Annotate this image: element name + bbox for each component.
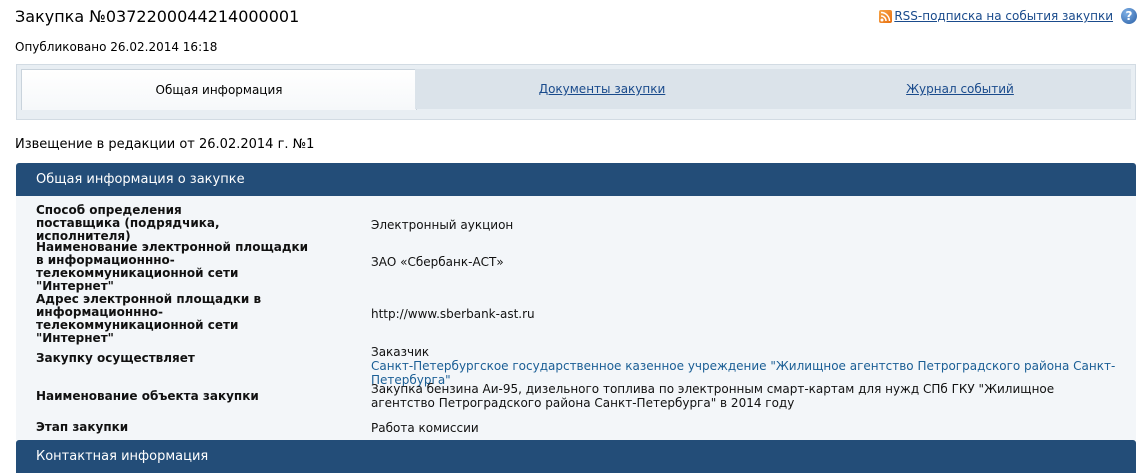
tab-general-info[interactable]: Общая информация: [21, 69, 417, 110]
notice-edition: Извещение в редакции от 26.02.2014 г. №1: [15, 137, 315, 152]
row-value: http://www.sberbank-ast.ru: [371, 307, 535, 321]
customer-role: Заказчик: [371, 345, 430, 359]
rss-subscription: RSS-подписка на события закупки ?: [879, 8, 1137, 24]
row-label: Адрес электронной площадки в информацион…: [36, 292, 262, 345]
rss-link[interactable]: RSS-подписка на события закупки: [894, 9, 1113, 23]
rss-icon[interactable]: [879, 9, 893, 23]
row-value: ЗАО «Сбербанк-АСТ»: [371, 255, 504, 269]
row-value: Работа комиссии: [371, 421, 479, 435]
published-date: Опубликовано 26.02.2014 16:18: [15, 40, 218, 54]
tab-documents[interactable]: Документы закупки: [415, 69, 789, 109]
section-contact-header: Контактная информация: [16, 440, 1136, 473]
row-label: Закупку осуществляет: [36, 351, 195, 365]
row-value: Заказчик Санкт-Петербургское государстве…: [371, 345, 1131, 387]
tab-bar: Общая информация Документы закупки Журна…: [16, 64, 1136, 120]
tab-event-journal[interactable]: Журнал событий: [789, 69, 1131, 109]
row-label: Способ определения поставщика (подрядчик…: [36, 203, 220, 243]
help-icon[interactable]: ?: [1121, 8, 1137, 24]
row-label: Наименование электронной площадки в инфо…: [36, 240, 309, 293]
general-info-panel: Способ определения поставщика (подрядчик…: [16, 196, 1136, 440]
page-title: Закупка №0372200044214000001: [15, 7, 300, 26]
section-general-header: Общая информация о закупке: [16, 163, 1136, 196]
row-value: Закупка бензина Аи-95, дизельного топлив…: [371, 382, 1055, 410]
row-label: Этап закупки: [36, 420, 129, 434]
row-value: Электронный аукцион: [371, 218, 514, 232]
row-label: Наименование объекта закупки: [36, 389, 259, 403]
